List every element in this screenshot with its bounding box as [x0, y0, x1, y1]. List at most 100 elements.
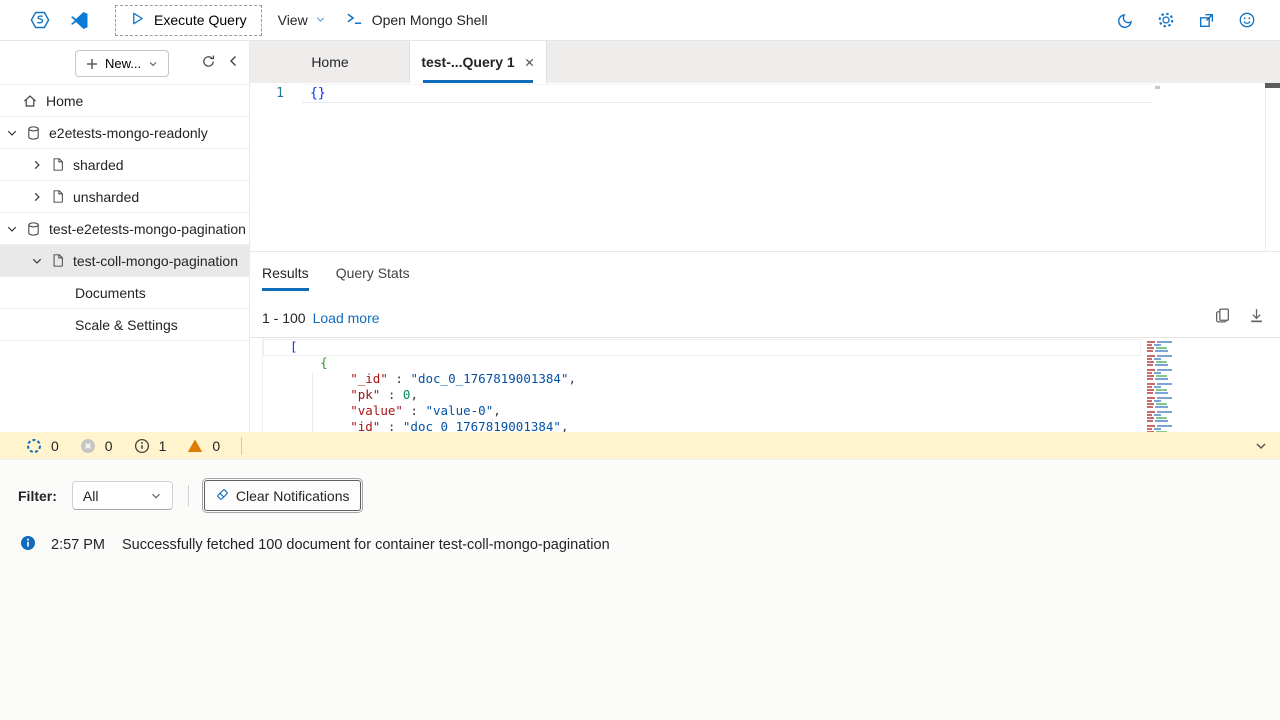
feedback-smiley-icon[interactable] [1238, 11, 1256, 29]
results-tabs: Results Query Stats [250, 252, 1280, 291]
sidebar-tree: Home e2etests-mongo-readonly sharded unshar… [0, 84, 249, 341]
scrollbar-thumb[interactable] [1265, 83, 1280, 88]
result-range: 1 - 100 [262, 310, 306, 326]
chevron-down-icon[interactable] [6, 127, 18, 139]
warning-count: 0 [212, 438, 220, 454]
clear-notifications-button[interactable]: Clear Notifications [204, 480, 361, 511]
tab-home[interactable]: Home [250, 41, 410, 83]
vscode-logo-icon [70, 11, 89, 30]
sidebar-item-home[interactable]: Home [0, 85, 249, 117]
tab-query-stats[interactable]: Query Stats [336, 265, 410, 291]
filter-dropdown[interactable]: All [72, 481, 173, 510]
tab-results[interactable]: Results [262, 265, 309, 291]
sidebar-item-sharded[interactable]: sharded [0, 149, 249, 181]
close-icon[interactable] [524, 57, 535, 68]
current-line-highlight [302, 84, 1152, 103]
json-line: "_id" : "doc_0_1767819001384", [290, 371, 576, 387]
play-icon [130, 11, 145, 29]
chevron-down-icon[interactable] [31, 255, 43, 267]
minimap-block [1142, 369, 1182, 380]
filter-value: All [83, 488, 99, 504]
divider [241, 437, 242, 455]
copy-icon[interactable] [1214, 307, 1231, 324]
tree-item-label: e2etests-mongo-readonly [49, 125, 208, 141]
results-minimap[interactable] [1142, 341, 1182, 432]
sidebar-item-documents[interactable]: Documents [0, 277, 249, 309]
eraser-icon [215, 487, 230, 505]
tab-label: Home [311, 54, 348, 70]
tree-item-label: unsharded [73, 189, 139, 205]
open-mongo-shell-button[interactable]: Open Mongo Shell [346, 11, 488, 29]
query-code[interactable]: {} [310, 86, 326, 101]
load-more-link[interactable]: Load more [313, 310, 380, 326]
plus-icon [86, 58, 98, 70]
chevron-down-icon[interactable] [6, 223, 18, 235]
tree-item-label: Documents [75, 285, 146, 301]
sidebar-item-scale-settings[interactable]: Scale & Settings [0, 309, 249, 341]
sidebar-item-e2etests-mongo-readonly[interactable]: e2etests-mongo-readonly [0, 117, 249, 149]
progress-count: 0 [51, 438, 59, 454]
notification-panel: Filter: All Clear Notifications 2:57 PM … [0, 459, 1280, 720]
execute-query-label: Execute Query [154, 12, 247, 28]
json-line: { [290, 355, 576, 371]
sidebar-item-test-e2etests-mongo-pagination[interactable]: test-e2etests-mongo-pagination [0, 213, 249, 245]
tab-strip: Home test-...Query 1 [250, 41, 1280, 83]
query-editor[interactable]: 1 {} [250, 83, 1280, 252]
progress-counter[interactable]: 0 [26, 438, 59, 454]
refresh-icon[interactable] [201, 54, 216, 69]
open-in-new-window-icon[interactable] [1198, 12, 1215, 29]
editor-minimap [1155, 86, 1160, 89]
sidebar-header: New... [0, 41, 249, 84]
results-editor[interactable]: [ { "_id" : "doc_0_1767819001384", "pk" … [250, 337, 1280, 432]
results-actions [1214, 307, 1265, 324]
json-line: "value" : "value-0", [290, 403, 576, 419]
chevron-down-icon [315, 12, 326, 28]
results-panel: Results Query Stats 1 - 100 Load more [ … [250, 252, 1280, 432]
execute-query-button[interactable]: Execute Query [115, 5, 262, 36]
info-icon [20, 535, 36, 555]
chevron-down-icon [150, 490, 162, 502]
download-icon[interactable] [1248, 307, 1265, 324]
filter-row: Filter: All Clear Notifications [18, 480, 361, 511]
chevron-down-icon [148, 59, 158, 69]
sidebar: New... Home e2etests-mongo-readonly sharde… [0, 41, 250, 432]
results-range-row: 1 - 100 Load more [262, 310, 380, 326]
theme-moon-icon[interactable] [1117, 12, 1134, 29]
collapse-panel-chevron-icon[interactable] [1254, 439, 1268, 453]
notification-status-bar[interactable]: 0 0 1 0 [0, 432, 1280, 459]
error-counter[interactable]: 0 [80, 438, 113, 454]
open-mongo-shell-label: Open Mongo Shell [372, 12, 488, 28]
chevron-right-icon[interactable] [31, 159, 43, 171]
sidebar-item-unsharded[interactable]: unsharded [0, 181, 249, 213]
minimap-block [1142, 355, 1182, 366]
tree-item-label: Home [46, 93, 83, 109]
top-toolbar: Execute Query View Open Mongo Shell [0, 0, 1280, 41]
clear-notifications-label: Clear Notifications [236, 488, 350, 504]
info-counter[interactable]: 1 [134, 438, 167, 454]
doc-icon [51, 157, 65, 172]
tab-label: test-...Query 1 [421, 54, 514, 70]
result-json: [ { "_id" : "doc_0_1767819001384", "pk" … [290, 339, 576, 432]
tree-item-label: test-coll-mongo-pagination [73, 253, 238, 269]
cosmos-db-logo-icon [30, 10, 50, 30]
notification-message: 2:57 PM Successfully fetched 100 documen… [20, 535, 610, 555]
tab-test-query-1[interactable]: test-...Query 1 [410, 41, 546, 83]
doc-icon [51, 253, 65, 268]
message-time: 2:57 PM [51, 537, 105, 553]
chevron-right-icon[interactable] [31, 191, 43, 203]
message-text: Successfully fetched 100 document for co… [122, 537, 610, 553]
tree-item-label: sharded [73, 157, 124, 173]
minimap-block [1142, 341, 1182, 352]
editor-scrollbar[interactable] [1265, 83, 1280, 251]
warning-counter[interactable]: 0 [187, 438, 220, 454]
doc-icon [51, 189, 65, 204]
view-dropdown[interactable]: View [278, 12, 326, 28]
new-button[interactable]: New... [75, 50, 169, 77]
collapse-sidebar-icon[interactable] [227, 54, 240, 68]
sidebar-item-test-coll-mongo-pagination[interactable]: test-coll-mongo-pagination [0, 245, 249, 277]
json-line: [ [290, 339, 576, 355]
json-line: "id" : "doc_0_1767819001384", [290, 419, 576, 432]
main-content: Home test-...Query 1 1 {} Results Query S… [250, 41, 1280, 432]
settings-gear-icon[interactable] [1157, 11, 1175, 29]
line-number: 1 [250, 86, 284, 101]
